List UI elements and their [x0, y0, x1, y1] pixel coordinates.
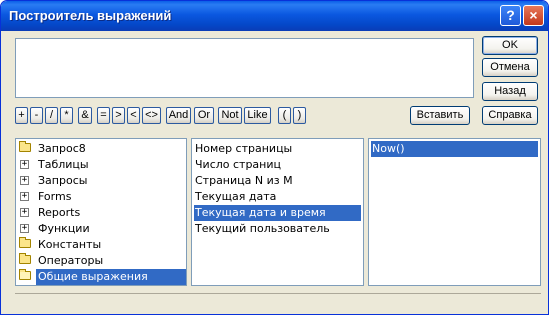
titlebar[interactable]: Построитель выражений ? ×	[1, 1, 548, 31]
operator-not-button[interactable]: Not	[218, 107, 242, 124]
operator-close-paren-button[interactable]: )	[293, 107, 306, 124]
divider	[15, 293, 541, 309]
object-tree[interactable]: Запрос8 + Таблицы + Запросы + Forms + Re…	[15, 138, 187, 286]
ok-button[interactable]: OK	[482, 36, 538, 55]
dialog-body: OK Отмена Назад + - / * & = > < <> And O…	[4, 31, 545, 313]
operator-not-equal-button[interactable]: <>	[142, 107, 161, 124]
tree-item-label: Таблицы	[38, 158, 89, 171]
folder-icon	[19, 253, 31, 264]
tree-item-label: Reports	[38, 206, 81, 219]
list-item[interactable]: Номер страницы	[194, 141, 292, 157]
folder-icon	[19, 141, 31, 152]
operator-greater-button[interactable]: >	[112, 107, 125, 124]
operator-concat-button[interactable]: &	[78, 107, 92, 124]
operator-and-button[interactable]: And	[166, 107, 191, 124]
expression-input[interactable]	[15, 38, 474, 98]
list-item[interactable]: Текущий пользователь	[194, 221, 330, 237]
expand-icon[interactable]: +	[20, 224, 29, 233]
tree-item-label: Запросы	[38, 174, 88, 187]
operator-open-paren-button[interactable]: (	[278, 107, 291, 124]
operator-multiply-button[interactable]: *	[60, 107, 73, 124]
category-list[interactable]: Номер страницы Число страниц Страница N …	[191, 138, 364, 286]
value-list[interactable]: Now()	[368, 138, 541, 286]
tree-item-label: Общие выражения	[36, 269, 186, 285]
paste-button[interactable]: Вставить	[410, 106, 470, 125]
tree-item-label: Forms	[38, 190, 72, 203]
list-item-selected[interactable]: Текущая дата и время	[194, 205, 361, 221]
expression-builder-dialog: Построитель выражений ? × OK Отмена Наза…	[0, 0, 549, 315]
help-icon[interactable]: ?	[500, 5, 521, 26]
operator-minus-button[interactable]: -	[30, 107, 43, 124]
tree-item-label: Константы	[38, 238, 102, 251]
list-item[interactable]: Страница N из M	[194, 173, 293, 189]
expand-icon[interactable]: +	[20, 176, 29, 185]
list-item[interactable]: Текущая дата	[194, 189, 276, 205]
back-button[interactable]: Назад	[482, 82, 538, 101]
tree-item-label: Запрос8	[38, 142, 86, 155]
operator-like-button[interactable]: Like	[244, 107, 271, 124]
tree-item-label: Функции	[38, 222, 90, 235]
operator-divide-button[interactable]: /	[45, 107, 58, 124]
expand-icon[interactable]: +	[20, 160, 29, 169]
close-icon[interactable]: ×	[523, 5, 544, 26]
expand-icon[interactable]: +	[20, 192, 29, 201]
operator-plus-button[interactable]: +	[15, 107, 28, 124]
folder-icon	[19, 237, 31, 248]
window-title: Построитель выражений	[9, 8, 172, 23]
open-folder-icon	[19, 269, 31, 280]
tree-item-label: Операторы	[38, 254, 104, 267]
list-item-selected[interactable]: Now()	[371, 141, 538, 157]
operator-less-button[interactable]: <	[127, 107, 140, 124]
cancel-button[interactable]: Отмена	[482, 58, 538, 77]
operator-equals-button[interactable]: =	[97, 107, 110, 124]
expand-icon[interactable]: +	[20, 208, 29, 217]
help-button[interactable]: Справка	[482, 106, 538, 125]
operator-or-button[interactable]: Or	[194, 107, 214, 124]
list-item[interactable]: Число страниц	[194, 157, 281, 173]
